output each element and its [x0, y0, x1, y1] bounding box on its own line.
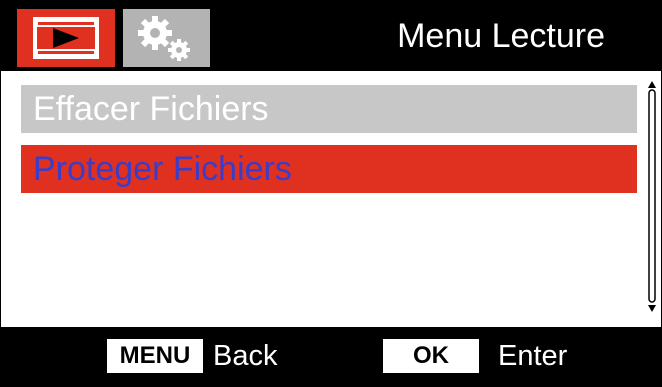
- screen-title: Menu Lecture: [397, 17, 605, 55]
- back-label: Back: [213, 340, 278, 372]
- menu-item-effacer-fichiers[interactable]: Effacer Fichiers: [21, 85, 637, 133]
- tab-settings[interactable]: [123, 9, 210, 67]
- arrow-down-icon[interactable]: [648, 305, 656, 312]
- ok-key-badge[interactable]: OK: [383, 339, 479, 373]
- playback-film-icon: [33, 17, 99, 59]
- menu-item-proteger-fichiers[interactable]: Proteger Fichiers: [21, 145, 637, 193]
- lecture-menu-screen: Menu Lecture Effacer Fichiers Proteger F…: [0, 0, 662, 387]
- header-bar: Menu Lecture: [1, 1, 661, 71]
- scrollbar-track[interactable]: [648, 89, 656, 303]
- gears-icon: [138, 16, 190, 61]
- arrow-up-icon[interactable]: [648, 81, 656, 88]
- tab-playback[interactable]: [17, 9, 115, 67]
- footer-bar: MENU Back OK Enter: [1, 327, 661, 386]
- enter-label: Enter: [498, 340, 568, 372]
- menu-key-badge[interactable]: MENU: [107, 339, 203, 373]
- scrollbar[interactable]: [644, 79, 660, 315]
